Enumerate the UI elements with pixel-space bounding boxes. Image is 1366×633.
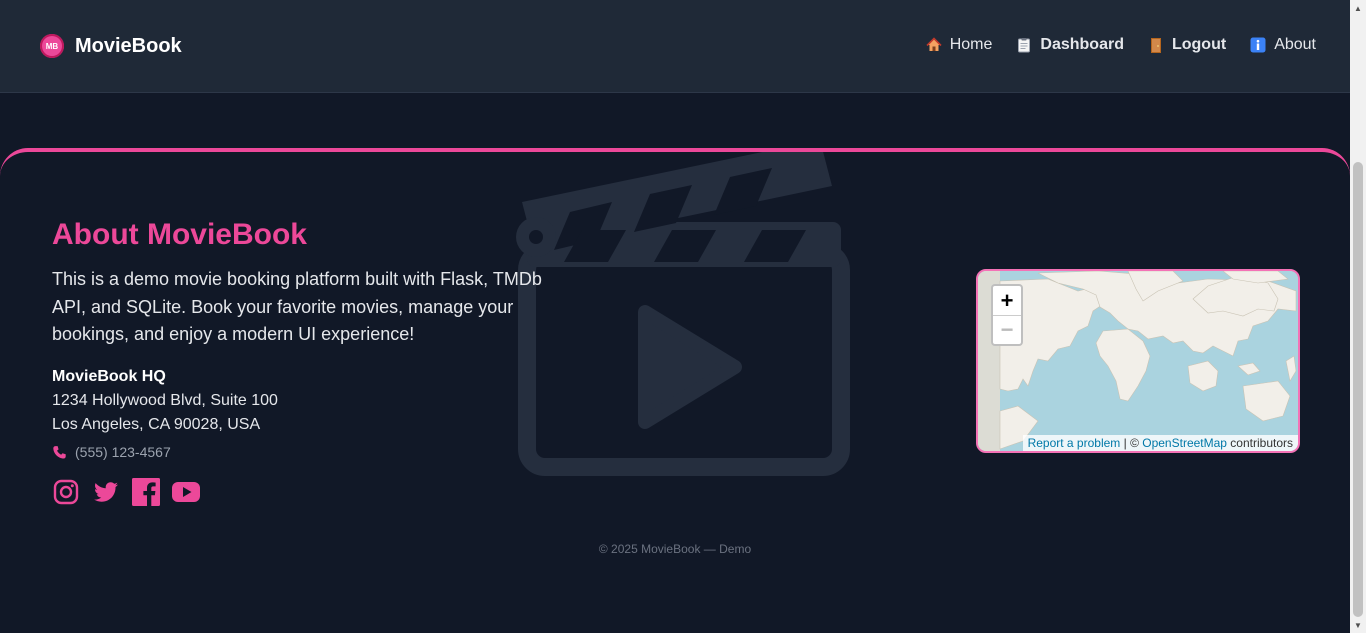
phone-icon bbox=[53, 445, 66, 458]
scroll-thumb[interactable] bbox=[1353, 162, 1363, 617]
facebook-icon[interactable] bbox=[132, 478, 160, 506]
brand-logo: MB bbox=[40, 34, 64, 58]
report-problem-link[interactable]: Report a problem bbox=[1028, 436, 1121, 450]
nav-links: Home Dashboard Logout About bbox=[902, 36, 1316, 54]
openstreetmap-link[interactable]: OpenStreetMap bbox=[1142, 436, 1227, 450]
social-links bbox=[52, 478, 212, 506]
door-icon bbox=[1148, 37, 1164, 53]
address-line-2: Los Angeles, CA 90028, USA bbox=[52, 416, 261, 433]
instagram-icon[interactable] bbox=[52, 478, 80, 506]
nav-logout-link[interactable]: Logout bbox=[1148, 36, 1226, 54]
nav-dashboard-label: Dashboard bbox=[1040, 36, 1124, 53]
nav-dashboard-link[interactable]: Dashboard bbox=[1016, 36, 1124, 54]
nav-about-link[interactable]: About bbox=[1250, 36, 1316, 54]
map-zoom-in-button[interactable]: + bbox=[993, 286, 1021, 315]
phone-row: (555) 123-4567 bbox=[52, 444, 171, 460]
about-panel: About MovieBook This is a demo movie boo… bbox=[0, 148, 1350, 633]
nav-logout-label: Logout bbox=[1171, 36, 1227, 53]
nav-home-label: Home bbox=[949, 36, 993, 53]
about-description: This is a demo movie booking platform bu… bbox=[52, 269, 542, 344]
map-zoom-control: + − bbox=[991, 284, 1023, 346]
nav-about-label: About bbox=[1274, 36, 1316, 53]
brand-name: MovieBook bbox=[75, 34, 182, 57]
brand[interactable]: MB MovieBook bbox=[40, 34, 182, 58]
info-icon bbox=[1250, 37, 1266, 53]
house-icon bbox=[926, 37, 942, 53]
youtube-icon[interactable] bbox=[172, 478, 200, 506]
hq-name: MovieBook HQ bbox=[52, 368, 166, 385]
map-widget[interactable]: + − Report a problem | © OpenStreetMap c… bbox=[976, 269, 1300, 453]
scroll-down-arrow-icon[interactable]: ▼ bbox=[1350, 617, 1366, 633]
navbar: MB MovieBook Home Dashboard Logout About bbox=[0, 0, 1350, 93]
scroll-up-arrow-icon[interactable]: ▲ bbox=[1350, 0, 1366, 16]
nav-home-link[interactable]: Home bbox=[926, 36, 993, 54]
world-map bbox=[978, 271, 1298, 451]
footer-text: © 2025 MovieBook — Demo bbox=[598, 542, 752, 556]
attribution-separator: | © bbox=[1120, 436, 1143, 450]
phone-number[interactable]: (555) 123-4567 bbox=[75, 444, 171, 460]
twitter-icon[interactable] bbox=[92, 478, 120, 506]
map-zoom-out-button[interactable]: − bbox=[993, 315, 1021, 344]
vertical-scrollbar[interactable]: ▲ ▼ bbox=[1350, 0, 1366, 633]
address-line-1: 1234 Hollywood Blvd, Suite 100 bbox=[52, 392, 278, 409]
clipboard-icon bbox=[1016, 37, 1032, 53]
map-attribution: Report a problem | © OpenStreetMap contr… bbox=[1022, 435, 1298, 451]
attribution-tail: contributors bbox=[1226, 436, 1293, 450]
about-title: About MovieBook bbox=[52, 218, 307, 251]
